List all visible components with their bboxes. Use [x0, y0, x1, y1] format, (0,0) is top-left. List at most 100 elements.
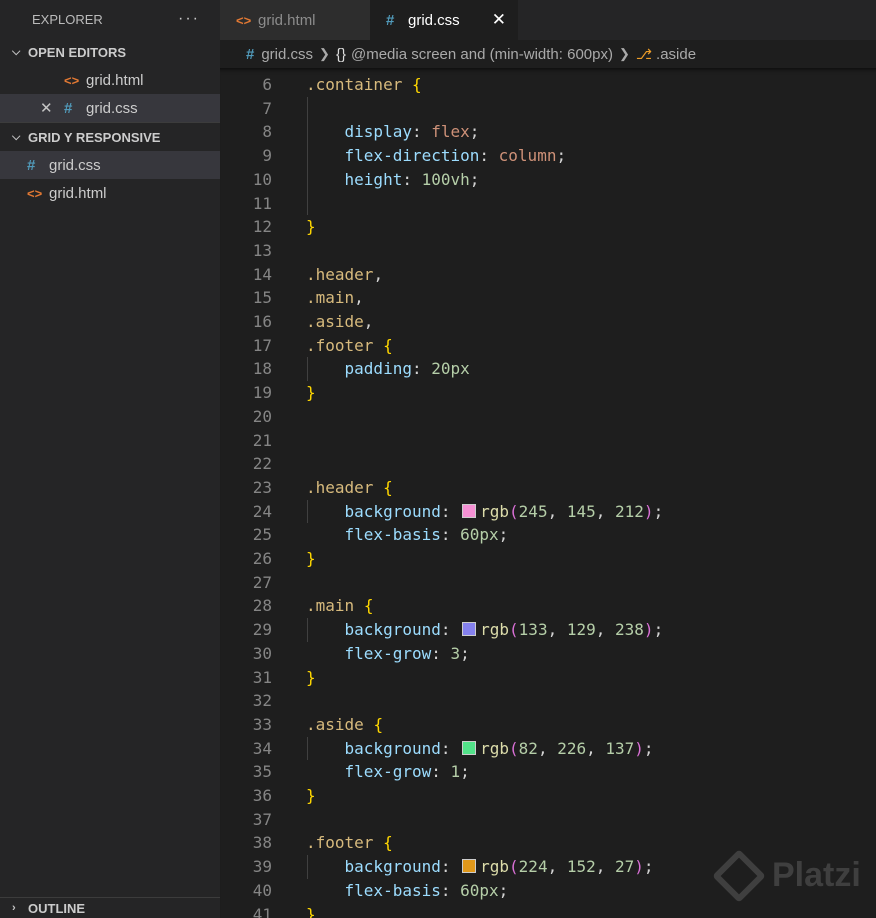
line-number: 39 — [252, 857, 272, 877]
code-line[interactable]: 21 — [220, 429, 876, 453]
code-line[interactable]: 12} — [220, 215, 876, 239]
tab-grid-html[interactable]: <> grid.html — [220, 0, 370, 40]
code-line[interactable]: 30 flex-grow: 3; — [220, 642, 876, 666]
line-code: .header { — [306, 476, 393, 500]
outline-section[interactable]: › OUTLINE — [0, 897, 220, 918]
code-line[interactable]: 8 display: flex; — [220, 120, 876, 144]
code-line[interactable]: 16 .aside, — [220, 310, 876, 334]
code-line[interactable]: 13 — [220, 239, 876, 263]
code-token: : — [411, 122, 432, 142]
line-code: padding: 20px — [306, 357, 470, 381]
open-editors-section[interactable]: ⌵ OPEN EDITORS — [0, 38, 220, 66]
code-line[interactable]: 36} — [220, 784, 876, 808]
code-line[interactable]: 17 .footer { — [220, 334, 876, 358]
code-token: : — [431, 762, 451, 782]
code-line[interactable]: 6 .container { — [220, 73, 876, 97]
line-code: } — [306, 215, 316, 239]
line-number: 34 — [252, 738, 272, 758]
open-editor-item-grid-html[interactable]: <> grid.html — [0, 66, 220, 94]
code-line[interactable]: 38 .footer { — [220, 831, 876, 855]
css-file-icon: # — [64, 99, 73, 117]
close-editor-icon[interactable]: ✕ — [40, 99, 53, 117]
file-item-grid-css[interactable]: # grid.css — [0, 151, 220, 179]
breadcrumb-media[interactable]: @media screen and (min-width: 600px) — [351, 46, 613, 63]
code-token: ) — [643, 620, 654, 640]
line-number: 17 — [252, 335, 272, 355]
code-token: .footer — [306, 335, 374, 355]
code-line[interactable]: 11 — [220, 192, 876, 216]
code-token: } — [306, 786, 316, 805]
color-swatch[interactable] — [462, 622, 477, 637]
code-line[interactable]: 24 background: rgb(245, 145, 212); — [220, 500, 876, 524]
code-line[interactable]: 29 background: rgb(133, 129, 238); — [220, 618, 876, 642]
code-line[interactable]: 37 — [220, 808, 876, 832]
code-line[interactable]: 10 height: 100vh; — [220, 168, 876, 192]
color-swatch[interactable] — [462, 859, 477, 874]
line-code: flex-grow: 3; — [306, 642, 470, 666]
color-swatch[interactable] — [462, 740, 477, 755]
code-token: } — [306, 904, 316, 918]
close-tab-icon[interactable]: ✕ — [492, 10, 506, 30]
code-token: background — [344, 620, 441, 640]
code-line[interactable]: 23 .header { — [220, 476, 876, 500]
code-line[interactable]: 32 — [220, 689, 876, 713]
code-token: : — [440, 880, 461, 900]
code-line[interactable]: 34 background: rgb(82, 226, 137); — [220, 737, 876, 761]
line-code: background: rgb(133, 129, 238); — [306, 618, 664, 642]
code-line[interactable]: 31} — [220, 666, 876, 690]
code-line[interactable]: 33 .aside { — [220, 713, 876, 737]
open-editor-item-grid-css[interactable]: ✕ # grid.css — [0, 94, 220, 122]
code-line[interactable]: 28 .main { — [220, 594, 876, 618]
code-token: , — [586, 738, 606, 758]
code-line[interactable]: 27 — [220, 571, 876, 595]
tab-grid-css[interactable]: # grid.css ✕ — [370, 0, 518, 40]
breadcrumb-symbol[interactable]: .aside — [656, 46, 696, 63]
indent-guide — [307, 736, 308, 761]
code-line[interactable]: 20 — [220, 405, 876, 429]
folder-label: GRID Y RESPONSIVE — [28, 129, 161, 145]
line-code: background: rgb(224, 152, 27); — [306, 855, 654, 879]
color-swatch[interactable] — [462, 503, 477, 518]
code-token: ) — [634, 857, 644, 877]
code-token: flex — [431, 122, 470, 142]
line-code: .header, — [306, 263, 383, 287]
code-token: 100vh — [421, 169, 470, 189]
code-line[interactable]: 35 flex-grow: 1; — [220, 760, 876, 784]
code-line[interactable]: 19} — [220, 381, 876, 405]
indent-guide — [307, 357, 308, 382]
line-number: 24 — [252, 501, 272, 521]
outline-label: OUTLINE — [28, 900, 86, 916]
breadcrumb-file[interactable]: grid.css — [261, 46, 313, 63]
code-line[interactable]: 9 flex-direction: column; — [220, 144, 876, 168]
code-line[interactable]: 41} — [220, 903, 876, 918]
code-token: .container — [306, 75, 403, 94]
code-line[interactable]: 15 .main, — [220, 286, 876, 310]
line-number: 23 — [252, 477, 272, 497]
code-token: , — [595, 857, 616, 877]
file-item-grid-html[interactable]: <> grid.html — [0, 179, 220, 207]
line-number: 8 — [262, 122, 272, 142]
line-code: height: 100vh; — [306, 168, 480, 192]
code-editor[interactable]: 6 .container {7 8 display: flex; 9 flex-dir… — [220, 68, 876, 918]
platzi-logo-icon — [712, 848, 766, 903]
code-token: rgb — [480, 738, 510, 758]
code-token: : — [440, 501, 461, 521]
symbol-class-icon: ⎇ — [635, 45, 653, 62]
code-line[interactable]: 22 — [220, 452, 876, 476]
code-token: { — [373, 714, 384, 734]
code-line[interactable]: 14 .header, — [220, 263, 876, 287]
code-line[interactable]: 18 padding: 20px — [220, 357, 876, 381]
line-number: 15 — [252, 288, 272, 308]
more-actions-icon[interactable]: ··· — [178, 10, 200, 28]
code-token: } — [306, 667, 316, 687]
code-token: ; — [469, 169, 480, 189]
code-line[interactable]: 25 flex-basis: 60px; — [220, 523, 876, 547]
code-line[interactable]: 7 — [220, 97, 876, 121]
line-code: background: rgb(82, 226, 137); — [306, 737, 654, 761]
folder-section[interactable]: ⌵ GRID Y RESPONSIVE — [0, 122, 220, 151]
code-line[interactable]: 26} — [220, 547, 876, 571]
